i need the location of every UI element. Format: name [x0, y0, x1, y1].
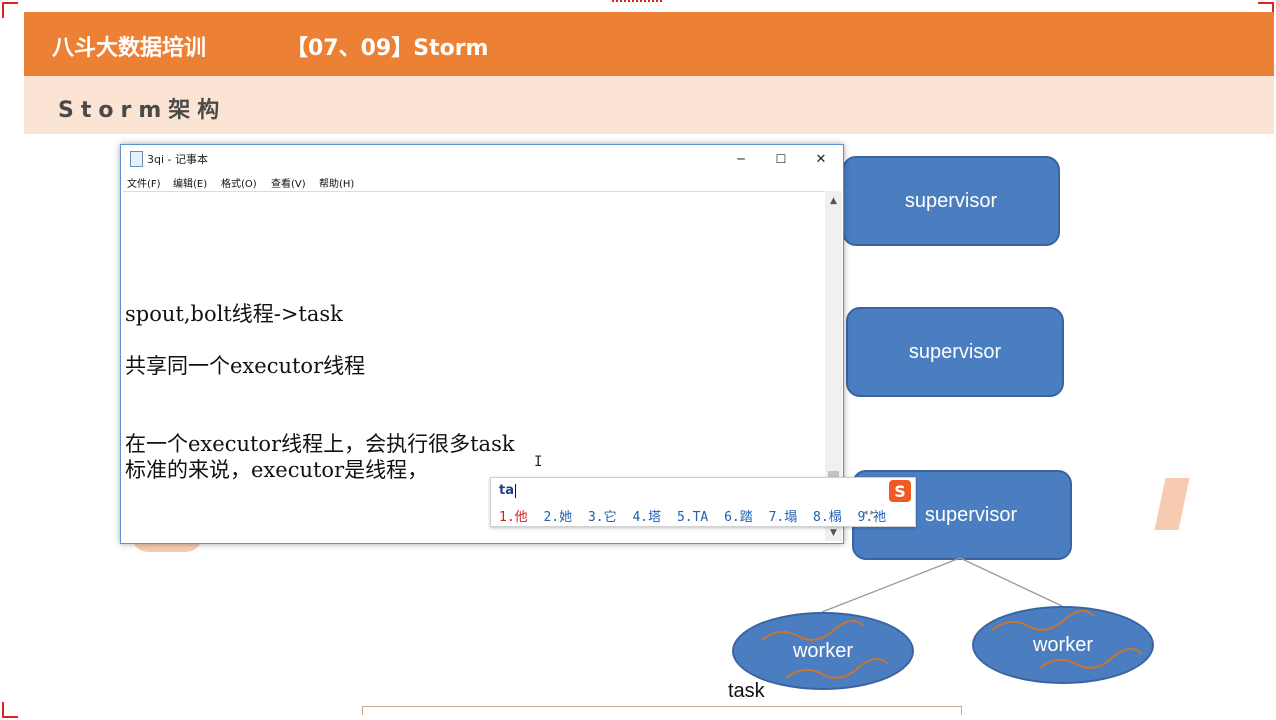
- text-line: 共享同一个executor线程: [125, 354, 366, 378]
- menu-edit[interactable]: 编辑(E): [173, 175, 207, 190]
- task-wave: [785, 657, 889, 679]
- ime-candidate[interactable]: 7.塌: [769, 510, 798, 525]
- minimize-button[interactable]: ─: [721, 147, 761, 171]
- scroll-up-icon[interactable]: ▲: [825, 193, 842, 209]
- task-wave: [1039, 647, 1143, 669]
- maximize-button[interactable]: ☐: [761, 147, 801, 171]
- task-wave: [761, 619, 865, 641]
- text-line: 标准的来说，executor是线程，: [125, 458, 429, 482]
- menu-view[interactable]: 查看(V): [271, 175, 306, 190]
- scroll-down-icon[interactable]: ▼: [825, 525, 842, 541]
- ime-input-text: ta: [499, 483, 514, 498]
- ime-composition: ta: [499, 483, 516, 498]
- ime-candidate[interactable]: 1.他: [499, 510, 528, 525]
- ime-candidate[interactable]: 5.TA: [677, 510, 708, 525]
- ime-pager-icon[interactable]: ◂ ▸: [863, 508, 875, 518]
- menu-file[interactable]: 文件(F): [127, 175, 161, 190]
- menu-format[interactable]: 格式(O): [221, 175, 257, 190]
- bottom-strip: [362, 706, 962, 715]
- ime-candidate[interactable]: 4.塔: [632, 510, 661, 525]
- ime-candidate[interactable]: 2.她: [543, 510, 572, 525]
- ibeam-cursor-icon: I: [534, 454, 543, 470]
- task-wave: [991, 609, 1095, 631]
- ime-candidates: 1.他 2.她 3.它 4.塔 5.TA 6.踏 7.塌 8.榻 9.祂: [499, 506, 894, 525]
- menu-bar: 文件(F) 编辑(E) 格式(O) 查看(V) 帮助(H): [121, 173, 843, 191]
- ime-candidate[interactable]: 6.踏: [724, 510, 753, 525]
- text-line: spout,bolt线程->task: [125, 302, 343, 326]
- notepad-icon: [130, 151, 143, 167]
- notepad-titlebar[interactable]: 3qi - 记事本 ─ ☐ ✕: [121, 145, 843, 173]
- sogou-logo-icon: S: [889, 480, 911, 502]
- ime-candidate-window[interactable]: ta S 1.他 2.她 3.它 4.塔 5.TA 6.踏 7.塌 8.榻 9.…: [490, 477, 916, 527]
- text-caret: [515, 483, 516, 498]
- ime-candidate[interactable]: 3.它: [588, 510, 617, 525]
- close-button[interactable]: ✕: [801, 147, 841, 171]
- window-title: 3qi - 记事本: [147, 153, 208, 166]
- menu-help[interactable]: 帮助(H): [319, 175, 354, 190]
- task-label: task: [728, 680, 765, 702]
- ime-candidate[interactable]: 8.榻: [813, 510, 842, 525]
